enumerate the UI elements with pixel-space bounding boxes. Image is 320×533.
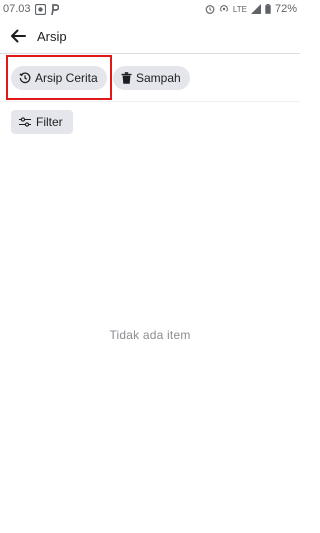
status-bar: 07.03 LTE 72%	[0, 0, 300, 18]
sliders-icon	[19, 117, 31, 127]
pinterest-icon	[50, 3, 59, 15]
battery-icon	[265, 4, 271, 14]
battery-level: 72%	[274, 3, 297, 15]
status-bar-left: 07.03	[3, 3, 59, 15]
arrow-left-icon	[11, 29, 26, 43]
status-bar-right: LTE 72%	[205, 3, 297, 15]
back-button[interactable]	[8, 26, 28, 46]
hotspot-icon	[219, 4, 229, 14]
signal-icon	[250, 4, 261, 14]
filters-divider	[0, 101, 300, 102]
filter-button[interactable]: Filter	[11, 110, 73, 134]
app-bar: Arsip	[0, 18, 300, 54]
status-time: 07.03	[3, 3, 31, 15]
story-archive-chip[interactable]: Arsip Cerita	[11, 66, 107, 90]
screenshot-icon	[34, 3, 46, 15]
trash-label: Sampah	[136, 71, 181, 85]
screen: 07.03 LTE 72% Arsip Arsip Cerita Sampah …	[0, 0, 300, 533]
alarm-icon	[205, 4, 215, 14]
filter-label: Filter	[36, 115, 63, 129]
trash-chip[interactable]: Sampah	[113, 66, 190, 90]
trash-icon	[121, 72, 132, 84]
header-divider	[0, 53, 300, 54]
network-type: LTE	[232, 4, 247, 14]
page-title: Arsip	[37, 28, 67, 44]
empty-state-message: Tidak ada item	[109, 328, 191, 342]
clock-history-icon	[19, 72, 31, 84]
story-archive-label: Arsip Cerita	[35, 71, 98, 85]
